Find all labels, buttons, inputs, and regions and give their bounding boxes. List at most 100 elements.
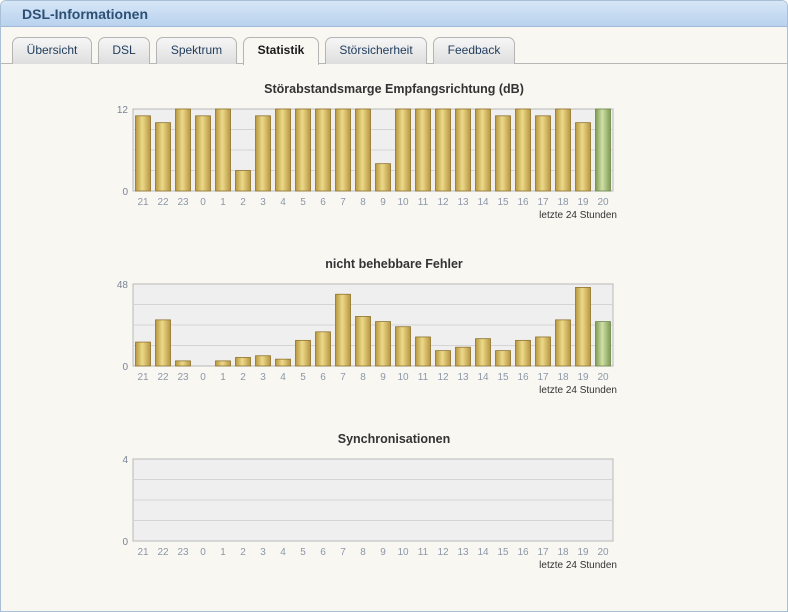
bar bbox=[595, 108, 611, 192]
x-tick-label: 16 bbox=[517, 197, 529, 208]
bar bbox=[415, 336, 431, 367]
x-tick-label: 8 bbox=[360, 197, 366, 208]
bar bbox=[275, 358, 291, 367]
x-tick-label: 2 bbox=[240, 547, 246, 558]
bar bbox=[535, 115, 551, 192]
bar bbox=[395, 326, 411, 367]
bar bbox=[135, 115, 151, 192]
bar bbox=[295, 339, 311, 367]
y-tick-label: 0 bbox=[122, 187, 128, 198]
x-tick-label: 5 bbox=[300, 197, 306, 208]
bar bbox=[335, 108, 351, 192]
x-tick-label: 16 bbox=[517, 372, 529, 383]
x-tick-label: 0 bbox=[200, 372, 206, 383]
bar bbox=[575, 122, 591, 192]
x-tick-label: 23 bbox=[177, 547, 189, 558]
x-tick-label: 23 bbox=[177, 197, 189, 208]
tab-spektrum[interactable]: Spektrum bbox=[156, 37, 237, 64]
x-tick-label: 20 bbox=[597, 547, 609, 558]
x-tick-label: 17 bbox=[537, 372, 549, 383]
x-tick-label: 0 bbox=[200, 197, 206, 208]
bar bbox=[595, 321, 611, 367]
x-tick-label: 18 bbox=[557, 197, 569, 208]
bar bbox=[215, 108, 231, 192]
x-tick-label: 4 bbox=[280, 547, 286, 558]
bar bbox=[275, 108, 291, 192]
y-tick-label: 4 bbox=[122, 455, 128, 466]
x-tick-label: 12 bbox=[437, 197, 449, 208]
bar bbox=[515, 339, 531, 367]
bar bbox=[455, 346, 471, 367]
x-tick-label: 22 bbox=[157, 372, 169, 383]
x-tick-label: 4 bbox=[280, 197, 286, 208]
bar bbox=[375, 321, 391, 367]
tab-bar: Übersicht DSL Spektrum Statistik Störsic… bbox=[1, 27, 787, 65]
x-tick-label: 6 bbox=[320, 197, 326, 208]
x-tick-label: 21 bbox=[137, 547, 149, 558]
bar bbox=[555, 319, 571, 367]
tab-feedback[interactable]: Feedback bbox=[433, 37, 515, 64]
y-tick-label: 0 bbox=[122, 537, 128, 548]
bar bbox=[175, 360, 191, 367]
bar bbox=[315, 108, 331, 192]
bar bbox=[455, 108, 471, 192]
x-tick-label: 5 bbox=[300, 372, 306, 383]
x-tick-label: 22 bbox=[157, 197, 169, 208]
x-tick-label: 1 bbox=[220, 547, 226, 558]
x-tick-label: 14 bbox=[477, 372, 489, 383]
x-tick-label: 10 bbox=[397, 547, 409, 558]
window-title: DSL-Informationen bbox=[22, 6, 148, 22]
x-tick-label: 13 bbox=[457, 197, 469, 208]
x-tick-label: 8 bbox=[360, 372, 366, 383]
bar bbox=[495, 350, 511, 367]
tab-dsl[interactable]: DSL bbox=[98, 37, 150, 64]
x-tick-label: 10 bbox=[397, 372, 409, 383]
bar bbox=[235, 357, 251, 367]
synchronizations-chart: 4021 22 23 0 1 2 3 4 5 6 7 8 9 10 11 12 13 14 15 16 17 18 19 20… bbox=[122, 455, 617, 571]
x-tick-label: 11 bbox=[418, 372, 429, 383]
x-tick-label: 11 bbox=[418, 197, 429, 208]
x-tick-label: 10 bbox=[397, 197, 409, 208]
chart-title-synchronizations: Synchronisationen bbox=[337, 432, 451, 446]
bar bbox=[155, 319, 171, 367]
bar bbox=[575, 287, 591, 367]
bar bbox=[335, 293, 351, 367]
bar bbox=[155, 122, 171, 192]
bar bbox=[355, 108, 371, 192]
x-tick-label: 9 bbox=[380, 547, 386, 558]
x-tick-label: 20 bbox=[597, 197, 609, 208]
chart-caption: letzte 24 Stunden bbox=[539, 385, 617, 396]
x-tick-label: 1 bbox=[220, 372, 226, 383]
x-tick-label: 15 bbox=[497, 547, 509, 558]
uncorrectable-errors-chart: 48021 22 23 0 1 2 3 4 5 6 7 8 9 10 11 12 13 14 15 16 17 18 19 2… bbox=[117, 280, 617, 396]
x-tick-label: 12 bbox=[437, 547, 449, 558]
x-tick-label: 19 bbox=[577, 547, 589, 558]
bar bbox=[435, 350, 451, 367]
x-tick-label: 6 bbox=[320, 372, 326, 383]
x-tick-label: 2 bbox=[240, 197, 246, 208]
x-tick-label: 8 bbox=[360, 547, 366, 558]
x-tick-label: 13 bbox=[457, 547, 469, 558]
x-tick-label: 7 bbox=[340, 547, 346, 558]
x-tick-label: 17 bbox=[537, 197, 549, 208]
x-tick-label: 2 bbox=[240, 372, 246, 383]
x-tick-label: 19 bbox=[577, 197, 589, 208]
bar bbox=[135, 341, 151, 367]
tab-stoersicherheit[interactable]: Störsicherheit bbox=[325, 37, 427, 64]
window-titlebar: DSL-Informationen bbox=[1, 1, 787, 27]
tab-statistik[interactable]: Statistik bbox=[243, 37, 319, 65]
x-tick-label: 15 bbox=[497, 197, 509, 208]
bar bbox=[315, 331, 331, 367]
x-tick-label: 4 bbox=[280, 372, 286, 383]
x-tick-label: 21 bbox=[137, 372, 149, 383]
bar bbox=[515, 108, 531, 192]
bar bbox=[535, 336, 551, 367]
bar bbox=[175, 108, 191, 192]
x-tick-label: 16 bbox=[517, 547, 529, 558]
bar bbox=[555, 108, 571, 192]
x-tick-label: 3 bbox=[260, 197, 266, 208]
tab-uebersicht[interactable]: Übersicht bbox=[12, 37, 92, 64]
bar bbox=[295, 108, 311, 192]
x-tick-label: 3 bbox=[260, 547, 266, 558]
x-tick-label: 21 bbox=[137, 197, 149, 208]
